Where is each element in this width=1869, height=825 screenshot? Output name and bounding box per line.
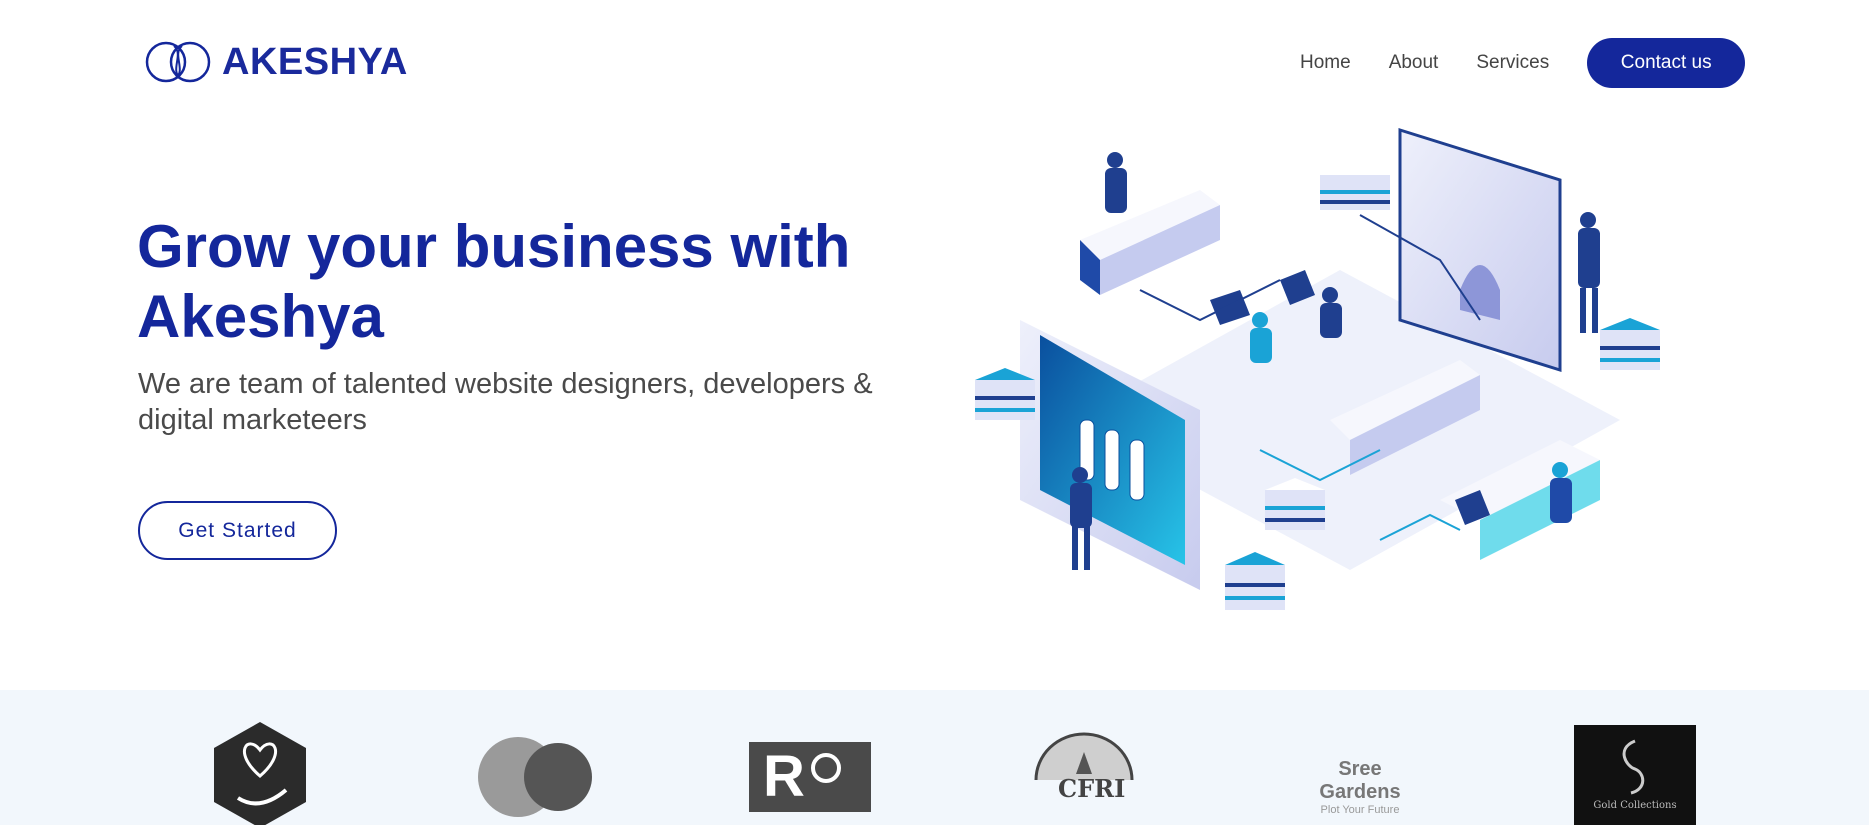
hero-title: Grow your business with Akeshya — [137, 213, 851, 350]
logo-mark-icon — [145, 41, 211, 83]
ro-logo-letter: R — [763, 744, 805, 809]
site-header: AKESHYA Home About Services Contact us — [0, 0, 1869, 125]
gold-collections-logo: Gold Collections — [1574, 725, 1696, 825]
ro-logo-circle-icon — [810, 753, 841, 783]
brand-name: AKESHYA — [222, 40, 408, 83]
clients-strip: R CFRI Sree Gardens Plot Your Future Gol… — [0, 690, 1869, 825]
ro-logo: R — [749, 742, 871, 812]
brand-logo[interactable]: AKESHYA — [144, 40, 408, 84]
heart-hand-logo — [214, 722, 306, 825]
sree-gardens-name: Sree Gardens — [1319, 758, 1401, 803]
main-nav: Home About Services Contact us — [1300, 38, 1746, 88]
sree-gardens-logo: Sree Gardens Plot Your Future — [1298, 758, 1422, 816]
overlapping-circles-logo — [478, 737, 592, 817]
hero-illustration — [975, 127, 1660, 610]
sree-gardens-tagline: Plot Your Future — [1320, 804, 1400, 816]
gold-collections-text: Gold Collections — [1593, 800, 1677, 811]
gold-collections-emblem-icon — [1622, 739, 1645, 795]
nav-link-home[interactable]: Home — [1300, 38, 1351, 88]
cfri-logo-text: CFRI — [1058, 774, 1126, 803]
contact-button[interactable]: Contact us — [1587, 38, 1746, 88]
nav-link-services[interactable]: Services — [1476, 38, 1549, 88]
cfri-logo: CFRI — [1028, 730, 1140, 822]
nav-link-about[interactable]: About — [1389, 38, 1439, 88]
get-started-button[interactable]: Get Started — [138, 501, 337, 560]
hero-subtitle: We are team of talented website designer… — [138, 368, 873, 436]
